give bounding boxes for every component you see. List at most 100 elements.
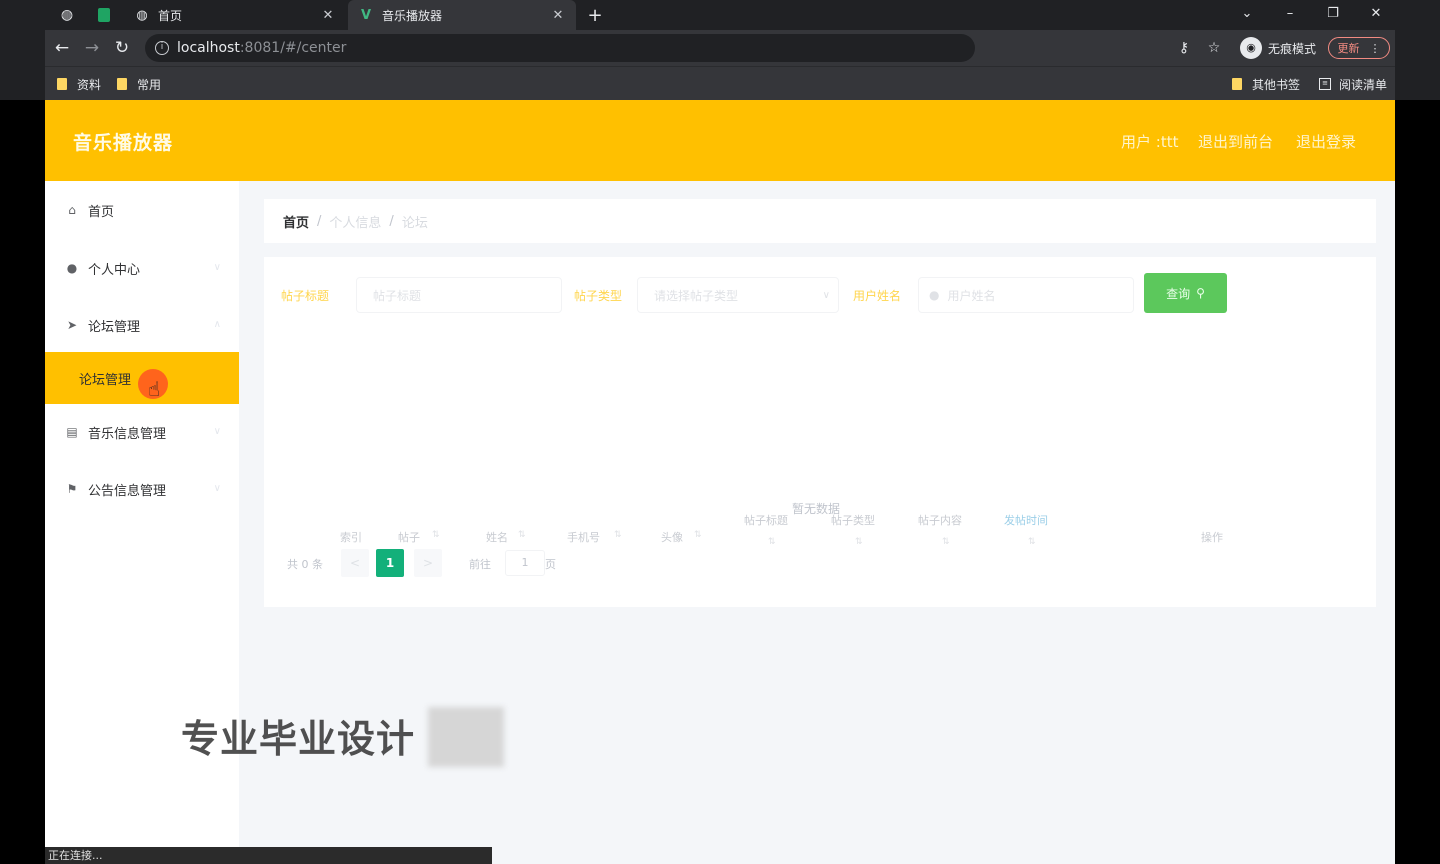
sidebar-item-profile[interactable]: ● 个人中心 ∨ [45,242,239,294]
chevron-icon: ∧ [213,319,221,330]
close-icon[interactable]: ✕ [320,8,336,23]
key-icon[interactable]: ⚷ [1174,38,1194,58]
pagination-goto-label: 前往 [469,558,491,571]
sort-icon[interactable]: ⇅ [432,530,440,540]
breadcrumb-level2: 论坛 [401,215,428,231]
music-doc-icon: ▤ [66,425,78,439]
web-page: 音乐播放器 用户 :ttt 退出到前台 退出登录 ⌂ 首页 ● 个人中心 ∨ ➤… [45,100,1395,864]
chevron-down-icon: ∨ [822,289,830,301]
col-header-post-title[interactable]: 帖子标题 [744,512,788,528]
hand-cursor-icon: ☝ [148,377,161,401]
tab-home[interactable]: ◍ 首页 ✕ [124,0,346,30]
pagination-next-button[interactable]: > [414,549,442,577]
update-button[interactable]: 更新 ⋮ [1328,37,1390,59]
back-to-front-link[interactable]: 退出到前台 [1198,131,1273,152]
minimize-icon[interactable]: – [1276,4,1304,24]
col-header-actions: 操作 [1201,531,1223,544]
incognito-indicator[interactable]: ◉ 无痕模式 [1240,36,1316,60]
user-name: 用户 :ttt [1121,133,1179,151]
sort-icon[interactable]: ⇅ [518,530,526,540]
pagination-unit-label: 页 [545,558,556,571]
restore-icon[interactable]: ❐ [1319,4,1347,24]
vue-logo-icon: V [360,7,372,23]
new-tab-button[interactable]: + [584,4,606,26]
browser-chrome: ◍ ◍ 首页 ✕ V 音乐播放器 ✕ + ⌄ – ❐ ✕ ← → ↻ i loc… [0,0,1440,100]
chevron-down-icon[interactable]: ⌄ [1233,4,1261,24]
sort-icon[interactable]: ⇅ [1028,537,1036,547]
chevron-icon: ∨ [213,483,221,494]
info-icon[interactable]: i [155,41,169,55]
sidebar-item-music-info[interactable]: ▤ 音乐信息管理 ∨ [45,406,239,458]
browser-status-bar: 正在连接... [45,847,492,864]
col-header-index: 索引 [340,531,362,544]
sidebar-item-forum-group[interactable]: ➤ 论坛管理 ∧ [45,299,239,351]
user-icon: ● [66,261,78,275]
more-vert-icon: ⋮ [1369,41,1381,55]
tab-bar: ◍ ◍ 首页 ✕ V 音乐播放器 ✕ + ⌄ – ❐ ✕ [0,0,1440,30]
home-icon: ⌂ [68,203,76,217]
reading-list[interactable]: ≡ 阅读清单 [1319,75,1387,93]
star-icon[interactable]: ☆ [1204,38,1224,58]
col-header-avatar[interactable]: 头像 [661,529,683,545]
sort-icon[interactable]: ⇅ [942,537,950,547]
breadcrumb: 首页 / 个人信息 / 论坛 [264,199,1376,243]
reading-list-icon: ≡ [1319,78,1331,90]
breadcrumb-separator: / [317,213,322,229]
user-filter-label: 用户姓名 [853,289,902,303]
sort-icon[interactable]: ⇅ [855,537,863,547]
sidebar-item-home[interactable]: ⌂ 首页 [45,184,239,236]
close-icon[interactable]: ✕ [550,8,566,23]
breadcrumb-level1: 个人信息 [329,215,382,231]
sort-icon[interactable]: ⇅ [694,530,702,540]
globe-icon[interactable]: ◍ [56,4,78,26]
back-arrow-icon[interactable]: ← [50,36,74,60]
title-filter-label: 帖子标题 [281,289,330,303]
sheet-app-icon[interactable] [93,4,115,26]
breadcrumb-home[interactable]: 首页 [283,212,309,231]
type-filter-label: 帖子类型 [574,289,623,303]
tab-music-player[interactable]: V 音乐播放器 ✕ [348,0,576,30]
type-filter-select[interactable]: 请选择帖子类型 ∨ [637,277,839,313]
col-header-post-content[interactable]: 帖子内容 [918,512,962,528]
bookmark-folder-changyong[interactable]: 常用 [117,75,161,93]
close-window-icon[interactable]: ✕ [1362,4,1390,24]
title-filter-input[interactable]: 帖子标题 [356,277,562,313]
search-button[interactable]: 查询 ⚲ [1144,273,1227,313]
pagination-page-1[interactable]: 1 [376,549,404,577]
forum-list-panel: 帖子标题 帖子标题 帖子类型 请选择帖子类型 ∨ 用户姓名 ● 用户姓名 查询 … [264,257,1376,607]
col-header-name[interactable]: 姓名 [486,529,508,545]
sidebar-item-notice-info[interactable]: ⚑ 公告信息管理 ∨ [45,463,239,515]
reload-icon[interactable]: ↻ [110,36,134,60]
col-header-post[interactable]: 帖子 [398,529,420,545]
bookmark-other[interactable]: 其他书签 [1232,75,1300,93]
globe-icon: ◍ [136,7,148,23]
flag-icon: ⚑ [66,482,78,496]
sort-icon[interactable]: ⇅ [768,537,776,547]
forward-arrow-icon[interactable]: → [80,36,104,60]
pagination-total: 共 0 条 [287,558,323,571]
bookmark-folder-ziliao[interactable]: 资料 [57,75,101,93]
user-filter-input[interactable]: ● 用户姓名 [918,277,1134,313]
browser-toolbar: ← → ↻ i localhost:8081/#/center ⚷ ☆ ◉ 无痕… [45,30,1395,66]
chevron-icon: ∨ [213,426,221,437]
app-brand: 音乐播放器 [73,132,174,154]
folder-icon [57,78,67,90]
app-header: 音乐播放器 用户 :ttt 退出到前台 退出登录 [45,100,1395,181]
send-icon: ➤ [66,318,78,332]
breadcrumb-separator: / [389,213,394,229]
folder-icon [117,78,127,90]
address-bar[interactable]: i localhost:8081/#/center [145,34,975,62]
col-header-phone[interactable]: 手机号 [567,529,600,545]
table-empty-text: 暂无数据 [792,502,841,516]
sort-icon[interactable]: ⇅ [614,530,622,540]
col-header-post-time[interactable]: 发帖时间 [1004,512,1048,528]
logout-link[interactable]: 退出登录 [1296,131,1356,152]
folder-icon [1232,78,1242,90]
watermark-blur [428,707,504,767]
bookmarks-bar: 资料 常用 其他书签 ≡ 阅读清单 [45,66,1395,100]
pagination-prev-button[interactable]: < [341,549,369,577]
user-icon: ● [929,288,940,302]
video-watermark: 专业毕业设计 [181,717,416,761]
pagination-goto-input[interactable]: 1 [505,550,545,576]
chevron-icon: ∨ [213,262,221,273]
